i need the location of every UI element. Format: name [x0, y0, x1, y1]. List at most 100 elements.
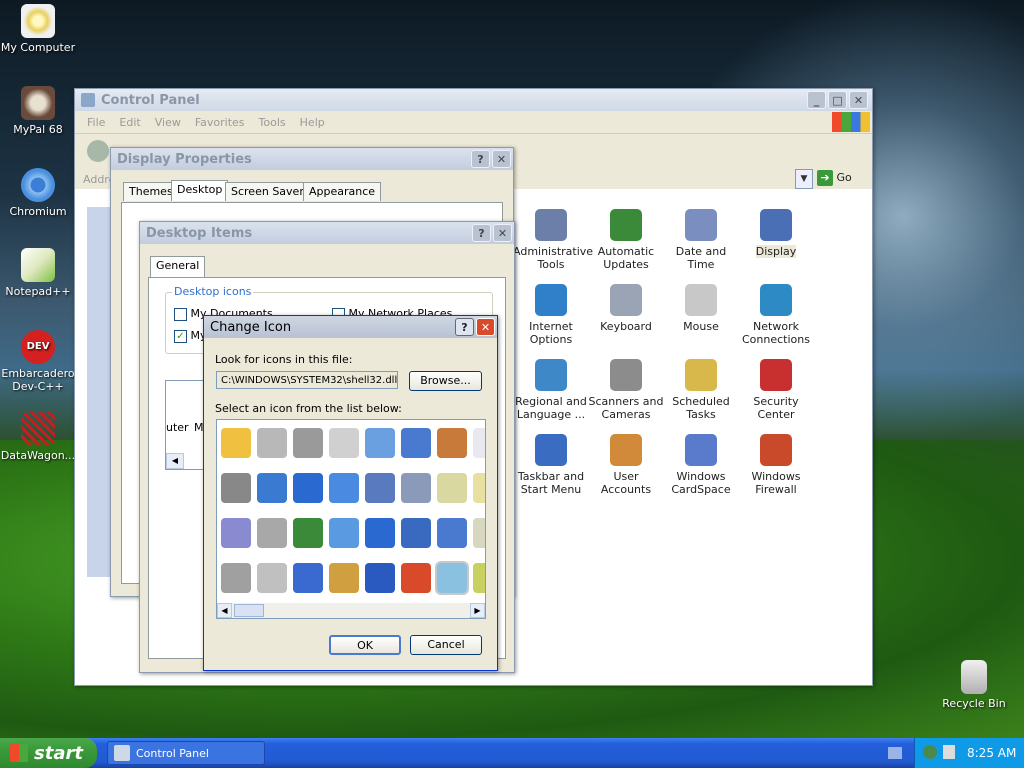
selectable-icon[interactable] — [437, 473, 467, 503]
network-icon[interactable] — [923, 745, 937, 759]
tab-general[interactable]: General — [150, 256, 206, 277]
cp-item-taskbar-and-start-menu[interactable]: Taskbar and Start Menu — [513, 434, 589, 496]
selectable-icon[interactable] — [329, 428, 359, 458]
change-icon-titlebar[interactable]: Change Icon ? ✕ — [204, 316, 497, 338]
cp-item-automatic-updates[interactable]: Automatic Updates — [588, 209, 664, 271]
cancel-button[interactable]: Cancel — [410, 635, 482, 655]
desktop-icon-mypal[interactable]: MyPal 68 — [0, 86, 76, 136]
menu-item-favorites[interactable]: Favorites — [195, 116, 245, 129]
desktop-icon-notepadpp[interactable]: Notepad++ — [0, 248, 76, 298]
menu-item-view[interactable]: View — [155, 116, 181, 129]
desktop-icon-chromium[interactable]: Chromium — [0, 168, 76, 218]
selectable-icon[interactable] — [473, 563, 485, 593]
selectable-icon[interactable] — [365, 518, 395, 548]
cp-item-icon — [610, 284, 642, 316]
selectable-icon[interactable] — [257, 563, 287, 593]
selectable-icon[interactable] — [221, 473, 251, 503]
scroll-left-button[interactable]: ◀ — [217, 603, 232, 618]
selectable-icon[interactable] — [365, 428, 395, 458]
selectable-icon[interactable] — [401, 518, 431, 548]
cp-item-security-center[interactable]: Security Center — [738, 359, 814, 421]
scroll-left-button[interactable]: ◀ — [166, 453, 184, 469]
scroll-right-button[interactable]: ▶ — [470, 603, 485, 618]
address-dropdown-button[interactable]: ▼ — [795, 169, 813, 189]
selectable-icon[interactable] — [473, 518, 485, 548]
browse-button[interactable]: Browse... — [409, 371, 482, 391]
cp-item-mouse[interactable]: Mouse — [663, 284, 739, 333]
cp-item-windows-firewall[interactable]: Windows Firewall — [738, 434, 814, 496]
help-button[interactable]: ? — [472, 224, 491, 242]
close-button[interactable]: ✕ — [476, 318, 495, 336]
selectable-icon[interactable] — [221, 518, 251, 548]
menu-item-tools[interactable]: Tools — [259, 116, 286, 129]
menu-item-help[interactable]: Help — [300, 116, 325, 129]
minimize-button[interactable]: _ — [807, 91, 826, 109]
desktop-icon-devcpp[interactable]: DEV Embarcadero Dev-C++ — [0, 330, 76, 393]
cp-item-administrative-tools[interactable]: Administrative Tools — [513, 209, 594, 271]
start-button[interactable]: start — [0, 738, 97, 768]
keyboard-icon[interactable] — [888, 747, 902, 759]
selectable-icon[interactable] — [329, 518, 359, 548]
selectable-icon[interactable] — [329, 563, 359, 593]
go-button[interactable]: ➔ Go — [817, 170, 852, 186]
selectable-icon[interactable] — [293, 473, 323, 503]
selectable-icon[interactable] — [257, 428, 287, 458]
desktop-icon-datawagon[interactable]: DataWagon... — [0, 412, 76, 462]
cp-item-display[interactable]: Display — [738, 209, 814, 258]
cp-item-keyboard[interactable]: Keyboard — [588, 284, 664, 333]
cp-item-internet-options[interactable]: Internet Options — [513, 284, 589, 346]
selectable-icon[interactable] — [365, 473, 395, 503]
selectable-icon[interactable] — [473, 428, 485, 458]
selectable-icon[interactable] — [329, 473, 359, 503]
cp-item-scheduled-tasks[interactable]: Scheduled Tasks — [663, 359, 739, 421]
volume-icon[interactable] — [943, 745, 955, 759]
selectable-icon[interactable] — [365, 563, 395, 593]
back-icon[interactable] — [87, 140, 109, 162]
cp-item-regional-and-language[interactable]: Regional and Language ... — [513, 359, 589, 421]
selectable-icon[interactable] — [437, 518, 467, 548]
cp-item-date-and-time[interactable]: Date and Time — [663, 209, 739, 271]
taskbar-button-control-panel[interactable]: Control Panel — [107, 741, 265, 765]
selectable-icon[interactable] — [401, 428, 431, 458]
desktop-icon-recycle-bin[interactable]: Recycle Bin — [936, 660, 1012, 710]
close-button[interactable]: ✕ — [492, 150, 511, 168]
devcpp-icon: DEV — [21, 330, 55, 364]
tab-screen-saver[interactable]: Screen Saver — [225, 182, 310, 201]
cp-item-windows-cardspace[interactable]: Windows CardSpace — [663, 434, 739, 496]
selectable-icon[interactable] — [257, 473, 287, 503]
tab-desktop[interactable]: Desktop — [171, 180, 229, 201]
display-properties-titlebar[interactable]: Display Properties ? ✕ — [111, 148, 513, 170]
cp-item-label: Administrative Tools — [513, 245, 594, 271]
maximize-button[interactable]: □ — [828, 91, 847, 109]
checkbox-my-computer[interactable]: ✓ My — [174, 329, 207, 343]
help-button[interactable]: ? — [455, 318, 474, 336]
ok-button[interactable]: OK — [329, 635, 401, 655]
selectable-icon[interactable] — [221, 428, 251, 458]
cp-item-network-connections[interactable]: Network Connections — [738, 284, 814, 346]
cp-item-icon — [610, 359, 642, 391]
selectable-icon[interactable] — [293, 518, 323, 548]
selectable-icon[interactable] — [401, 563, 431, 593]
selectable-icon[interactable] — [473, 473, 485, 503]
file-path-input[interactable]: C:\WINDOWS\SYSTEM32\shell32.dll — [216, 371, 398, 389]
close-button[interactable]: ✕ — [493, 224, 512, 242]
cp-item-user-accounts[interactable]: User Accounts — [588, 434, 664, 496]
selectable-icon[interactable] — [437, 428, 467, 458]
selectable-icon[interactable] — [401, 473, 431, 503]
selectable-icon[interactable] — [293, 428, 323, 458]
selectable-icon[interactable] — [435, 561, 469, 595]
menu-item-edit[interactable]: Edit — [119, 116, 140, 129]
tab-appearance[interactable]: Appearance — [303, 182, 382, 201]
control-panel-titlebar[interactable]: Control Panel _ □ ✕ — [75, 89, 872, 111]
horizontal-scrollbar[interactable]: ◀ ▶ — [217, 603, 485, 618]
desktop-icon-my-computer[interactable]: My Computer — [0, 4, 76, 54]
desktop-items-titlebar[interactable]: Desktop Items ? ✕ — [140, 222, 514, 244]
menu-item-file[interactable]: File — [87, 116, 105, 129]
close-button[interactable]: ✕ — [849, 91, 868, 109]
cp-item-scanners-and-cameras[interactable]: Scanners and Cameras — [588, 359, 664, 421]
selectable-icon[interactable] — [221, 563, 251, 593]
selectable-icon[interactable] — [257, 518, 287, 548]
selectable-icon[interactable] — [293, 563, 323, 593]
scrollbar-thumb[interactable] — [234, 604, 264, 617]
help-button[interactable]: ? — [471, 150, 490, 168]
